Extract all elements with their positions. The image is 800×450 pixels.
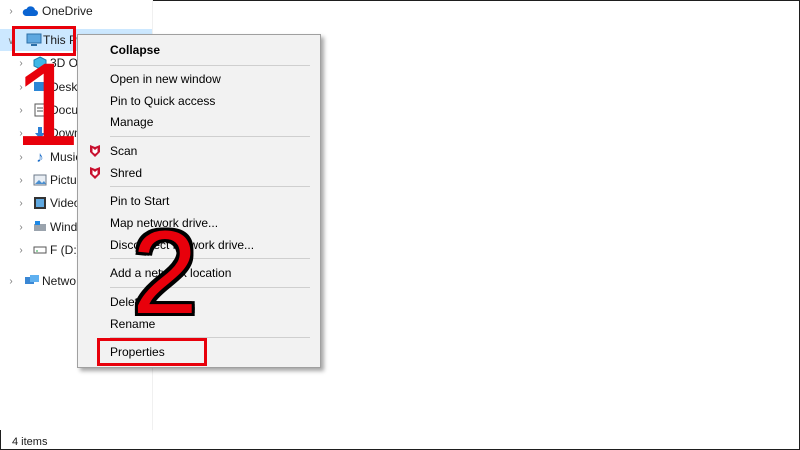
drive-icon: [32, 242, 48, 258]
menu-item-disconnect-network-drive[interactable]: Disconnect network drive...: [78, 234, 320, 256]
tree-item-onedrive[interactable]: › OneDrive: [0, 0, 152, 22]
tree-item-label: Wind: [50, 220, 78, 234]
menu-item-shred[interactable]: Shred: [78, 162, 320, 184]
menu-item-rename[interactable]: Rename: [78, 313, 320, 335]
menu-item-pin-to-start[interactable]: Pin to Start: [78, 190, 320, 212]
tree-item-label: Video: [50, 196, 81, 210]
menu-item-delete[interactable]: Delete: [78, 291, 320, 313]
context-menu: Collapse Open in new window Pin to Quick…: [77, 34, 321, 368]
mcafee-shield-icon: [88, 144, 102, 158]
menu-item-pin-quick-access[interactable]: Pin to Quick access: [78, 90, 320, 112]
menu-separator: [110, 65, 310, 66]
step-number-1: 1: [14, 39, 80, 171]
chevron-right-icon[interactable]: ›: [6, 6, 16, 17]
menu-separator: [110, 186, 310, 187]
menu-item-map-network-drive[interactable]: Map network drive...: [78, 212, 320, 234]
cloud-icon: [22, 3, 38, 19]
menu-item-label: Pin to Start: [110, 194, 170, 208]
tree-item-label: Pictu: [50, 173, 77, 187]
highlight-box-properties: [97, 338, 207, 366]
chevron-right-icon[interactable]: ›: [16, 198, 26, 209]
videos-icon: [32, 195, 48, 211]
menu-item-label: Pin to Quick access: [110, 94, 216, 108]
menu-item-add-network-location[interactable]: Add a network location: [78, 262, 320, 284]
menu-item-label: Open in new window: [110, 72, 221, 86]
windows-drive-icon: [32, 219, 48, 235]
step-number-2: 2: [132, 207, 198, 339]
menu-item-label: Collapse: [110, 43, 161, 57]
status-items-count: 4 items: [12, 436, 48, 448]
pictures-icon: [32, 172, 48, 188]
chevron-right-icon[interactable]: ›: [16, 245, 26, 256]
menu-item-manage[interactable]: Manage: [78, 111, 320, 133]
menu-item-scan[interactable]: Scan: [78, 140, 320, 162]
menu-item-label: Manage: [110, 115, 154, 129]
chevron-right-icon[interactable]: ›: [16, 222, 26, 233]
network-icon: [24, 273, 40, 289]
tree-item-label: OneDrive: [42, 4, 93, 18]
mcafee-shield-icon: [88, 166, 102, 180]
chevron-right-icon[interactable]: ›: [6, 276, 16, 287]
menu-item-collapse[interactable]: Collapse: [78, 39, 320, 61]
menu-item-open-new-window[interactable]: Open in new window: [78, 68, 320, 90]
tree-item-label: Netwo: [42, 274, 77, 288]
menu-item-label: Scan: [110, 144, 138, 158]
chevron-right-icon[interactable]: ›: [16, 175, 26, 186]
menu-item-label: Shred: [110, 166, 143, 180]
menu-separator: [110, 136, 310, 137]
